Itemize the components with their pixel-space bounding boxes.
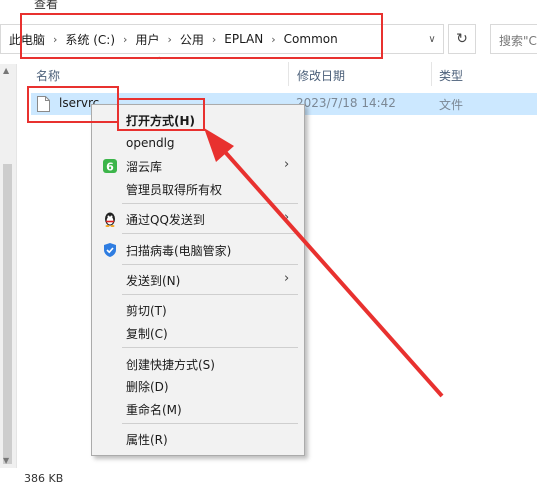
menu-item-scan-virus[interactable]: 扫描病毒(电脑管家) bbox=[92, 239, 304, 261]
chevron-right-icon: › bbox=[284, 210, 290, 225]
scroll-down-icon[interactable]: ▼ bbox=[3, 456, 9, 465]
menu-item-label: 重命名(M) bbox=[126, 403, 182, 417]
context-menu: 打开方式(H) opendlg 6 溜云库 › 管理员取得所有权 通过QQ发送到… bbox=[91, 104, 305, 456]
menu-item-copy[interactable]: 复制(C) bbox=[92, 322, 304, 344]
column-type[interactable]: 类型 bbox=[439, 67, 463, 84]
chevron-right-icon: › bbox=[284, 271, 290, 286]
menu-item-label: 管理员取得所有权 bbox=[126, 183, 223, 197]
file-modified: 2023/7/18 14:42 bbox=[296, 96, 396, 110]
menu-divider bbox=[122, 264, 298, 265]
menu-item-liuyunku[interactable]: 6 溜云库 › bbox=[92, 155, 304, 177]
search-placeholder: 搜索"Co bbox=[499, 34, 537, 48]
scrollbar-thumb[interactable] bbox=[3, 164, 12, 464]
menu-item-label: 复制(C) bbox=[126, 327, 168, 341]
refresh-icon[interactable]: ↻ bbox=[448, 24, 476, 54]
ribbon: 查看 bbox=[0, 0, 537, 12]
menu-item-label: 剪切(T) bbox=[126, 304, 167, 318]
column-divider[interactable] bbox=[288, 62, 289, 86]
menu-item-properties[interactable]: 属性(R) bbox=[92, 428, 304, 450]
column-name[interactable]: 名称 bbox=[36, 67, 60, 84]
menu-item-create-shortcut[interactable]: 创建快捷方式(S) bbox=[92, 353, 304, 375]
address-highlight-box bbox=[20, 13, 383, 59]
file-type: 文件 bbox=[439, 98, 464, 112]
menu-item-send-qq[interactable]: 通过QQ发送到 › bbox=[92, 208, 304, 230]
menu-divider bbox=[122, 203, 298, 204]
shield-icon bbox=[104, 243, 116, 257]
chevron-down-icon[interactable]: ∨ bbox=[421, 25, 443, 53]
liuyunku-icon: 6 bbox=[103, 159, 117, 174]
pane-divider[interactable] bbox=[16, 64, 17, 468]
menu-divider bbox=[122, 233, 298, 234]
menu-divider bbox=[122, 423, 298, 424]
status-bar: 386 KB bbox=[0, 468, 537, 482]
column-headers: ⌃ 名称 修改日期 类型 bbox=[17, 56, 537, 86]
menu-item-label: 删除(D) bbox=[126, 380, 169, 394]
search-input[interactable]: 搜索"Co bbox=[490, 24, 537, 54]
chevron-right-icon: › bbox=[284, 157, 290, 172]
menu-item-opendlg[interactable]: opendlg bbox=[92, 133, 304, 155]
menu-divider bbox=[122, 347, 298, 348]
menu-item-delete[interactable]: 删除(D) bbox=[92, 375, 304, 397]
menu-item-cut[interactable]: 剪切(T) bbox=[92, 299, 304, 321]
file-highlight-box bbox=[27, 86, 119, 123]
menu-item-rename[interactable]: 重命名(M) bbox=[92, 398, 304, 420]
column-modified[interactable]: 修改日期 bbox=[297, 67, 345, 84]
menu-item-label: 属性(R) bbox=[126, 433, 168, 447]
menu-item-label: 发送到(N) bbox=[126, 274, 181, 288]
status-size: 386 KB bbox=[24, 472, 64, 482]
tab-view[interactable]: 查看 bbox=[34, 0, 58, 12]
qq-penguin-icon bbox=[105, 212, 115, 227]
menu-item-take-ownership[interactable]: 管理员取得所有权 bbox=[92, 178, 304, 200]
open-with-highlight-box bbox=[117, 98, 205, 131]
scroll-up-icon[interactable]: ▲ bbox=[3, 66, 9, 75]
menu-item-label: 创建快捷方式(S) bbox=[126, 358, 215, 372]
column-divider[interactable] bbox=[431, 62, 432, 86]
menu-item-label: 扫描病毒(电脑管家) bbox=[126, 244, 232, 258]
menu-item-label: opendlg bbox=[126, 136, 175, 150]
menu-divider bbox=[122, 294, 298, 295]
navigation-pane: ▲ ▼ bbox=[0, 64, 16, 468]
menu-item-label: 溜云库 bbox=[126, 160, 163, 174]
svg-text:6: 6 bbox=[106, 161, 114, 174]
menu-item-label: 通过QQ发送到 bbox=[126, 213, 205, 227]
menu-item-send-to[interactable]: 发送到(N) › bbox=[92, 269, 304, 291]
